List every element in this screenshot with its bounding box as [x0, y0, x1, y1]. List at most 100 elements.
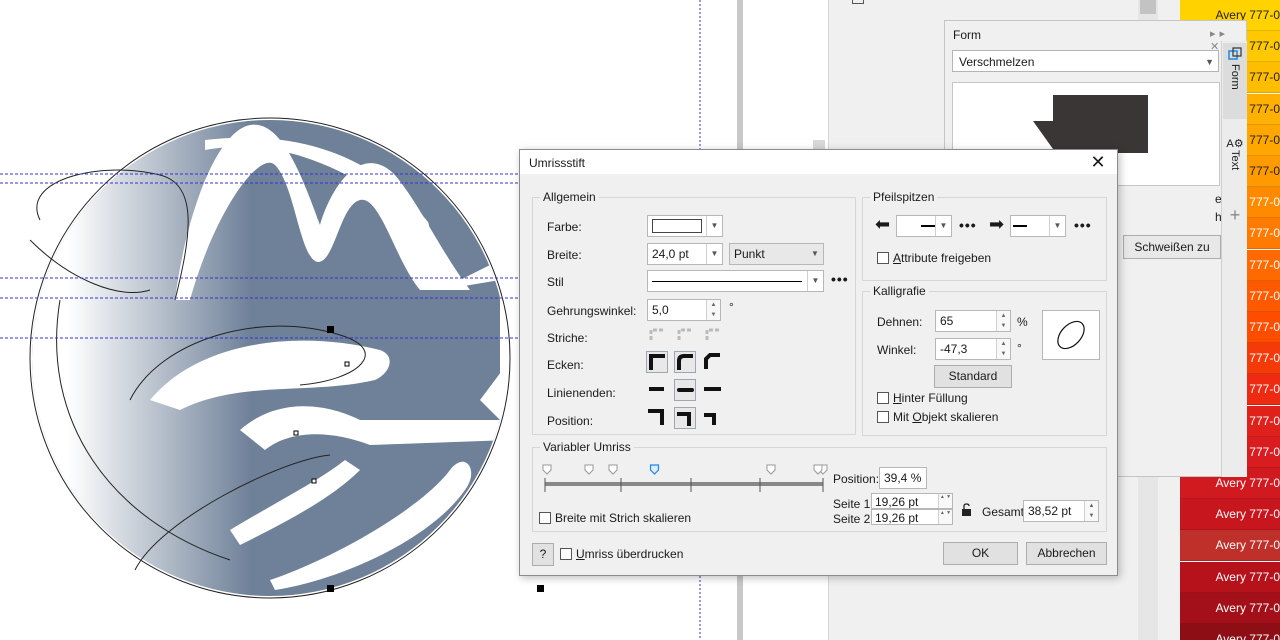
angle-value: -47,3: [940, 342, 968, 356]
color-picker[interactable]: ▼: [647, 215, 723, 237]
position-label: Position:: [547, 414, 594, 428]
palette-swatch[interactable]: Avery 777-0: [1180, 499, 1280, 531]
scale-with-object-text-b: bjekt skalieren: [921, 410, 999, 424]
variable-position-value: 39,4 %: [884, 471, 922, 485]
palette-swatch[interactable]: Avery 777-0: [1180, 530, 1280, 562]
width-unit-select[interactable]: Punkt ▼: [729, 243, 824, 265]
corner-round-button[interactable]: [674, 351, 696, 373]
dash-style-icons: [649, 328, 719, 340]
nib-preview[interactable]: [1042, 310, 1100, 360]
overprint-outline-label: Umriss überdrucken: [576, 547, 683, 561]
docker-scrollbar-thumb[interactable]: [1140, 0, 1156, 14]
cap-round-button[interactable]: [674, 379, 696, 401]
overprint-accesskey: U: [576, 547, 585, 561]
tab-text[interactable]: A⚙ Text: [1223, 137, 1247, 207]
share-attributes-label: Attribute freigeben: [893, 251, 991, 265]
selection-handle-top: [327, 326, 334, 333]
behind-fill-checkbox[interactable]: [877, 392, 889, 404]
standard-button[interactable]: Standard: [934, 365, 1012, 388]
palette-swatch-label: 777-0: [1249, 70, 1280, 85]
spin-up-down-icon[interactable]: ▲ ▼: [706, 300, 720, 320]
miter-value: 5,0: [652, 303, 669, 317]
stretch-label: Dehnen:: [877, 315, 923, 329]
unlock-icon[interactable]: [961, 503, 973, 517]
angle-input[interactable]: -47,3 ▲ ▼: [935, 338, 1011, 360]
position-outside-button[interactable]: [646, 407, 668, 429]
form-mode-select[interactable]: Verschmelzen ▼: [952, 50, 1219, 72]
cap-butt-button[interactable]: [646, 379, 668, 401]
palette-swatch-label: Avery 777-0: [1215, 600, 1280, 615]
start-arrow-select[interactable]: ▼: [896, 215, 952, 237]
palette-swatch-label: 777-0: [1249, 195, 1280, 210]
spin-up-down-icon[interactable]: ▲ ▼: [938, 510, 952, 524]
miter-input[interactable]: 5,0 ▲ ▼: [647, 299, 721, 321]
spin-up-down-icon[interactable]: ▲ ▼: [996, 339, 1010, 359]
spin-up-down-icon[interactable]: ▲ ▼: [996, 311, 1010, 331]
start-arrow-preview: [921, 225, 935, 227]
close-icon[interactable]: ✕: [1087, 151, 1109, 173]
round-corner-icon: [677, 354, 693, 370]
palette-swatch-label: 777-0: [1249, 288, 1280, 303]
weld-to-button[interactable]: Schweißen zu: [1123, 235, 1221, 259]
side2-label: Seite 2:: [833, 512, 874, 526]
palette-swatch-label: Avery 777-0: [1215, 507, 1280, 522]
help-button[interactable]: ?: [532, 543, 554, 566]
docker-tab-strip: Form A⚙ Text +: [1221, 41, 1247, 477]
cancel-button[interactable]: Abbrechen: [1026, 542, 1107, 565]
color-swatch: [652, 219, 702, 233]
stretch-value: 65: [940, 314, 954, 328]
side1-input[interactable]: 19,26 pt ▲ ▼: [871, 493, 953, 509]
behind-fill-text: inter Füllung: [901, 391, 968, 405]
position-inside-button[interactable]: [702, 407, 724, 429]
palette-swatch[interactable]: Avery 777-0: [1180, 592, 1280, 624]
cap-square-button[interactable]: [702, 379, 724, 401]
scale-with-object-checkbox[interactable]: [877, 411, 889, 423]
scale-with-object-label: Mit Objekt skalieren: [893, 410, 998, 424]
tab-form[interactable]: Form: [1223, 43, 1247, 119]
variable-width-slider[interactable]: [539, 462, 833, 498]
outline-pen-dialog: Umrissstift ✕ Allgemein Farbe: ▼ Breite:…: [519, 149, 1118, 576]
ok-button[interactable]: OK: [943, 542, 1018, 565]
corner-miter-button[interactable]: [646, 351, 668, 373]
palette-swatch[interactable]: Avery 777-0: [1180, 561, 1280, 593]
nib-shape-icon: [1057, 320, 1085, 350]
general-group: Allgemein Farbe: ▼ Breite: 24,0 pt ▼ Pun…: [532, 190, 856, 435]
end-arrow-select[interactable]: ▼: [1010, 215, 1066, 237]
stretch-input[interactable]: 65 ▲ ▼: [935, 310, 1011, 332]
palette-swatch-label: 777-0: [1249, 164, 1280, 178]
calligraphy-group: Kalligrafie Dehnen: 65 ▲ ▼ % Winkel: -47,…: [862, 284, 1107, 436]
share-attributes-accesskey: A: [893, 251, 902, 265]
start-arrow-options-icon[interactable]: •••: [959, 218, 977, 232]
add-tab-icon[interactable]: +: [1223, 205, 1247, 225]
overprint-outline-checkbox[interactable]: [560, 548, 572, 560]
palette-swatch-label: Avery 777-0: [1215, 538, 1280, 553]
width-unit-value: Punkt: [734, 247, 765, 261]
angle-label: Winkel:: [877, 343, 917, 357]
share-attributes-checkbox[interactable]: [877, 252, 889, 264]
corner-bevel-button[interactable]: [702, 351, 724, 373]
scale-width-checkbox[interactable]: [539, 512, 551, 524]
total-input[interactable]: 38,52 pt ▲ ▼: [1023, 500, 1099, 522]
palette-swatch[interactable]: Avery 777-0: [1180, 624, 1280, 640]
palette-swatch-label: 777-0: [1249, 226, 1280, 241]
palette-swatch-label: 777-0: [1249, 382, 1280, 397]
side1-value: 19,26 pt: [875, 495, 919, 509]
dashes-label: Striche:: [547, 331, 588, 345]
side2-input[interactable]: 19,26 pt ▲ ▼: [871, 509, 953, 525]
selection-handle-right: [537, 585, 544, 592]
width-select[interactable]: 24,0 pt ▼: [647, 243, 723, 265]
tab-form-label: Form: [1229, 64, 1241, 90]
arrow-right-icon: ➡: [989, 214, 1005, 234]
end-arrow-options-icon[interactable]: •••: [1074, 218, 1092, 232]
more-options-icon[interactable]: •••: [831, 272, 849, 286]
style-select[interactable]: ▼: [647, 270, 824, 292]
position-center-button[interactable]: [674, 407, 696, 429]
form-mode-value: Verschmelzen: [959, 55, 1035, 69]
dialog-titlebar[interactable]: Umrissstift ✕: [520, 150, 1117, 174]
spin-up-down-icon[interactable]: ▲ ▼: [1084, 501, 1098, 521]
palette-swatch-label: 777-0: [1249, 413, 1280, 428]
text-tab-icon: A⚙: [1226, 138, 1244, 150]
variable-position-input[interactable]: 39,4 %: [879, 467, 927, 489]
end-arrow-preview: [1013, 225, 1027, 227]
spin-up-down-icon[interactable]: ▲ ▼: [938, 494, 952, 508]
